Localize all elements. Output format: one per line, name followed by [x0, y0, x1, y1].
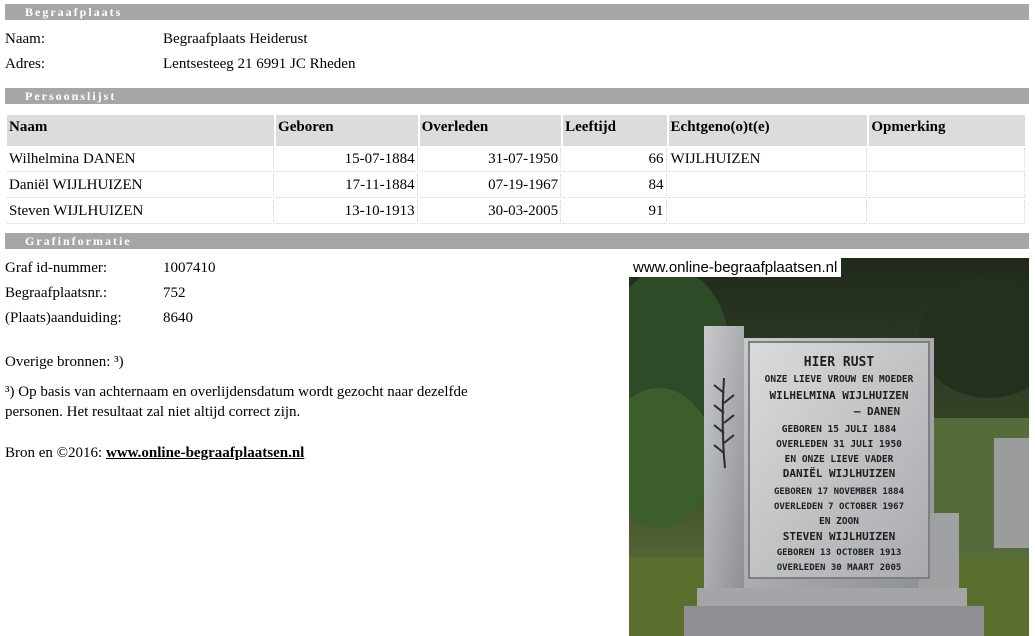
cell-echtgenoot: WIJLHUIZEN — [668, 148, 868, 172]
stone-line: WILHELMINA WIJLHUIZEN — [769, 389, 908, 402]
grave-photo: HIER RUST ONZE LIEVE VROUW EN MOEDER WIL… — [629, 258, 1029, 636]
stone-line: OVERLEDEN 30 MAART 2005 — [777, 563, 902, 573]
photo-watermark-caption: www.online-begraafplaatsen.nl — [629, 258, 842, 277]
column-header-naam[interactable]: Naam — [7, 115, 275, 146]
table-header-row: Naam Geboren Overleden Leeftijd Echtgeno… — [7, 115, 1025, 146]
table-row: Daniël WIJLHUIZEN 17-11-1884 07-19-1967 … — [7, 174, 1025, 198]
cell-geboren: 17-11-1884 — [276, 174, 418, 198]
adres-label: Adres: — [5, 56, 45, 72]
stone-line: GEBOREN 17 NOVEMBER 1884 — [774, 487, 905, 497]
stone-line: OVERLEDEN 7 OCTOBER 1967 — [774, 502, 904, 512]
naam-value: Begraafplaats Heiderust — [163, 31, 308, 47]
cell-geboren: 15-07-1884 — [276, 148, 418, 172]
bron-label: Bron en ©2016: — [5, 445, 103, 461]
source-line: Bron en ©2016: www.online-begraafplaatse… — [5, 443, 525, 463]
cell-naam: Steven WIJLHUIZEN — [7, 200, 275, 224]
source-link[interactable]: www.online-begraafplaatsen.nl — [106, 445, 304, 461]
cell-opmerking — [869, 200, 1025, 224]
stone-line: — DANEN — [854, 405, 900, 418]
section-header-persoonslijst: Persoonslijst — [5, 88, 1029, 104]
begraafplaatsnr-value: 752 — [163, 285, 186, 301]
aanduiding-label: (Plaats)aanduiding: — [5, 310, 122, 326]
column-header-echtgenoot[interactable]: Echtgeno(o)t(e) — [668, 115, 868, 146]
cell-leeftijd: 84 — [563, 174, 667, 198]
stone-line: GEBOREN 13 OCTOBER 1913 — [777, 548, 902, 558]
footnote-text: ³) Op basis van achternaam en overlijden… — [5, 384, 468, 420]
cell-echtgenoot — [668, 200, 868, 224]
adres-value: Lentsesteeg 21 6991 JC Rheden — [163, 56, 356, 72]
cell-echtgenoot — [668, 174, 868, 198]
table-row: Steven WIJLHUIZEN 13-10-1913 30-03-2005 … — [7, 200, 1025, 224]
cell-geboren: 13-10-1913 — [276, 200, 418, 224]
cell-overleden: 07-19-1967 — [419, 174, 562, 198]
cell-leeftijd: 91 — [563, 200, 667, 224]
overige-bronnen: Overige bronnen: ³) — [5, 354, 124, 370]
column-header-opmerking[interactable]: Opmerking — [869, 115, 1025, 146]
cell-leeftijd: 66 — [563, 148, 667, 172]
cell-overleden: 30-03-2005 — [419, 200, 562, 224]
stone-line: STEVEN WIJLHUIZEN — [783, 530, 896, 543]
cell-naam: Daniël WIJLHUIZEN — [7, 174, 275, 198]
stone-line: EN ZOON — [819, 516, 859, 527]
column-header-leeftijd[interactable]: Leeftijd — [563, 115, 667, 146]
graf-id-label: Graf id-nummer: — [5, 260, 108, 276]
section-header-begraafplaats: Begraafplaats — [5, 4, 1029, 20]
naam-label: Naam: — [5, 31, 45, 47]
aanduiding-value: 8640 — [163, 310, 193, 326]
grave-photo-illustration: HIER RUST ONZE LIEVE VROUW EN MOEDER WIL… — [629, 258, 1029, 636]
stone-line: ONZE LIEVE VROUW EN MOEDER — [765, 374, 914, 385]
section-header-grafinformatie: Grafinformatie — [5, 233, 1029, 249]
cell-opmerking — [869, 174, 1025, 198]
stone-line: GEBOREN 15 JULI 1884 — [782, 424, 897, 435]
column-header-geboren[interactable]: Geboren — [276, 115, 418, 146]
persons-table: Naam Geboren Overleden Leeftijd Echtgeno… — [5, 113, 1027, 226]
table-row: Wilhelmina DANEN 15-07-1884 31-07-1950 6… — [7, 148, 1025, 172]
cell-overleden: 31-07-1950 — [419, 148, 562, 172]
cell-naam: Wilhelmina DANEN — [7, 148, 275, 172]
stone-line: HIER RUST — [804, 355, 875, 370]
stone-line: OVERLEDEN 31 JULI 1950 — [776, 439, 902, 450]
column-header-overleden[interactable]: Overleden — [419, 115, 562, 146]
stone-line: EN ONZE LIEVE VADER — [785, 454, 894, 465]
cell-opmerking — [869, 148, 1025, 172]
graf-id-value: 1007410 — [163, 260, 216, 276]
stone-line: DANIËL WIJLHUIZEN — [783, 466, 896, 480]
begraafplaatsnr-label: Begraafplaatsnr.: — [5, 285, 108, 301]
